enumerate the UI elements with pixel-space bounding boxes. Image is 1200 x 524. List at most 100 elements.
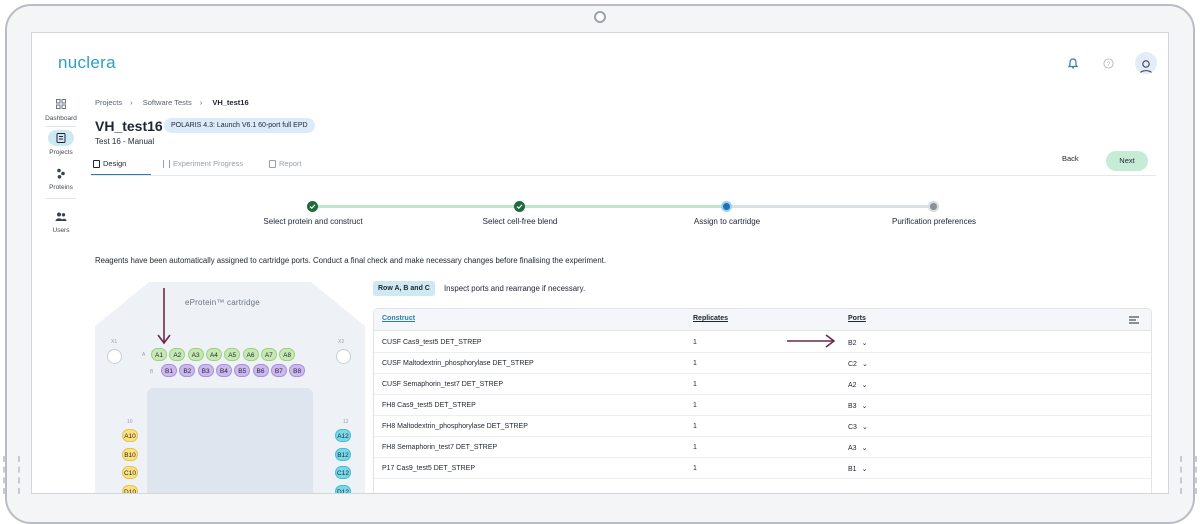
port-a1[interactable]: A1 — [151, 348, 167, 361]
hourglass-icon — [163, 160, 170, 168]
progress-stepper: Select protein and construct Select cell… — [232, 201, 976, 241]
sidebar-item-projects[interactable]: Projects — [40, 130, 82, 156]
divider — [1180, 456, 1182, 494]
port-c12[interactable]: C12 — [335, 466, 351, 479]
port-value: C2 — [848, 361, 857, 368]
chevron-down-icon[interactable]: ⌄ — [862, 340, 868, 347]
divider — [46, 198, 76, 199]
assignment-table: Construct Replicates Ports CUSF Cas9_tes… — [373, 308, 1152, 493]
step-label: Select protein and construct — [263, 217, 363, 226]
table-row: P17 Cas9_test5 DET_STREP 1 B1 ⌄ — [374, 458, 1151, 479]
port-b3[interactable]: B3 — [197, 364, 214, 377]
user-avatar-icon[interactable] — [1135, 52, 1157, 74]
camera-icon — [594, 11, 606, 23]
port-a8[interactable]: A8 — [279, 348, 296, 361]
port-d12[interactable]: D12 — [335, 484, 351, 493]
table-row: CUSF Maltodextrin_phosphorylase DET_STRE… — [374, 353, 1151, 374]
construct-cell: CUSF Maltodextrin_phosphorylase DET_STRE… — [382, 360, 534, 367]
port-select[interactable]: B3 ⌄ — [848, 402, 867, 410]
port-d10[interactable]: D10 — [122, 484, 138, 493]
col-label: 10 — [127, 419, 133, 425]
sort-icon[interactable] — [1128, 315, 1140, 325]
sidebar-item-label: Proteins — [49, 184, 73, 191]
document-icon — [93, 160, 100, 168]
port-x1[interactable] — [107, 349, 122, 364]
tab-design[interactable]: Design — [91, 154, 151, 176]
port-select[interactable]: A3 ⌄ — [848, 444, 867, 452]
port-value: A3 — [848, 445, 857, 452]
port-b10[interactable]: B10 — [122, 447, 138, 461]
port-select[interactable]: A2 ⌄ — [848, 381, 867, 389]
port-select[interactable]: B1 ⌄ — [848, 465, 867, 473]
chevron-down-icon[interactable]: ⌄ — [862, 445, 868, 452]
sidebar-item-users[interactable]: Users — [40, 208, 82, 234]
row-label: A — [142, 352, 146, 358]
column-header-replicates[interactable]: Replicates — [693, 315, 728, 322]
port-a12[interactable]: A12 — [335, 429, 351, 442]
replicates-cell: 1 — [693, 360, 697, 367]
sidebar-item-dashboard[interactable]: Dashboard — [40, 96, 82, 122]
help-icon[interactable]: ? — [1100, 55, 1116, 71]
port-b8[interactable]: B8 — [289, 364, 306, 377]
page-subtitle: Test 16 - Manual — [95, 137, 155, 146]
column-header-ports[interactable]: Ports — [848, 315, 866, 322]
port-b12[interactable]: B12 — [335, 447, 351, 461]
divider — [46, 126, 76, 127]
sidebar-item-label: Dashboard — [45, 115, 77, 122]
port-b1[interactable]: B1 — [161, 364, 177, 377]
breadcrumb-current: VH_test16 — [212, 98, 249, 107]
port-c10[interactable]: C10 — [122, 466, 138, 479]
breadcrumb-software-tests[interactable]: Software Tests — [143, 98, 192, 107]
sidebar-item-label: Projects — [49, 149, 73, 156]
bell-icon[interactable] — [1065, 55, 1081, 71]
port-label: X2 — [338, 339, 345, 345]
breadcrumb-projects[interactable]: Projects — [95, 98, 122, 107]
port-b4[interactable]: B4 — [215, 364, 232, 377]
page-title: VH_test16 — [95, 118, 163, 134]
step-connector — [727, 205, 934, 208]
tab-report[interactable]: Report — [267, 154, 302, 176]
port-a2[interactable]: A2 — [169, 348, 186, 361]
port-a6[interactable]: A6 — [242, 348, 259, 361]
replicates-cell: 1 — [693, 423, 697, 430]
next-button[interactable]: Next — [1106, 151, 1148, 171]
row-filter-chip[interactable]: Row A, B and C — [373, 281, 435, 296]
back-button[interactable]: Back — [1062, 154, 1079, 163]
divider — [18, 456, 20, 494]
tab-label: Report — [279, 159, 302, 168]
tab-experiment-progress[interactable]: Experiment Progress — [161, 154, 243, 176]
port-x2[interactable] — [336, 349, 351, 364]
port-b6[interactable]: B6 — [252, 364, 269, 377]
construct-cell: FH8 Maltodextrin_phosphorylase DET_STREP — [382, 423, 528, 430]
chevron-down-icon[interactable]: ⌄ — [862, 382, 868, 389]
column-header-construct[interactable]: Construct — [382, 315, 415, 322]
port-select[interactable]: B2 ⌄ — [848, 339, 867, 347]
sidebar-item-proteins[interactable]: Proteins — [40, 165, 82, 191]
port-a3[interactable]: A3 — [187, 348, 204, 361]
status-badge: POLARIS 4.3: Launch V6.1 60-port full EP… — [164, 118, 315, 133]
port-a4[interactable]: A4 — [205, 348, 222, 361]
check-icon — [514, 201, 525, 212]
chevron-down-icon[interactable]: ⌄ — [862, 424, 868, 431]
port-b7[interactable]: B7 — [270, 364, 287, 377]
instruction-text: Reagents have been automatically assigne… — [95, 256, 606, 265]
cartridge-map: eProtein™ cartridge X1 X2 A B 10 12 A1 A2… — [95, 282, 365, 493]
chevron-down-icon[interactable]: ⌄ — [862, 466, 868, 473]
replicates-cell: 1 — [693, 381, 697, 388]
logo[interactable]: nuclera — [58, 53, 116, 73]
divider — [3, 456, 5, 494]
projects-icon — [48, 130, 74, 146]
port-a7[interactable]: A7 — [260, 348, 277, 361]
port-b2[interactable]: B2 — [179, 364, 196, 377]
divider — [1195, 456, 1197, 494]
replicates-cell: 1 — [693, 402, 697, 409]
port-a10[interactable]: A10 — [122, 429, 138, 442]
chevron-down-icon[interactable]: ⌄ — [862, 361, 868, 368]
port-select[interactable]: C2 ⌄ — [848, 360, 868, 368]
port-select[interactable]: C3 ⌄ — [848, 423, 868, 431]
users-icon — [48, 208, 74, 224]
port-value: B3 — [848, 403, 857, 410]
port-a5[interactable]: A5 — [224, 348, 241, 361]
chevron-down-icon[interactable]: ⌄ — [862, 403, 868, 410]
port-b5[interactable]: B5 — [234, 364, 251, 377]
